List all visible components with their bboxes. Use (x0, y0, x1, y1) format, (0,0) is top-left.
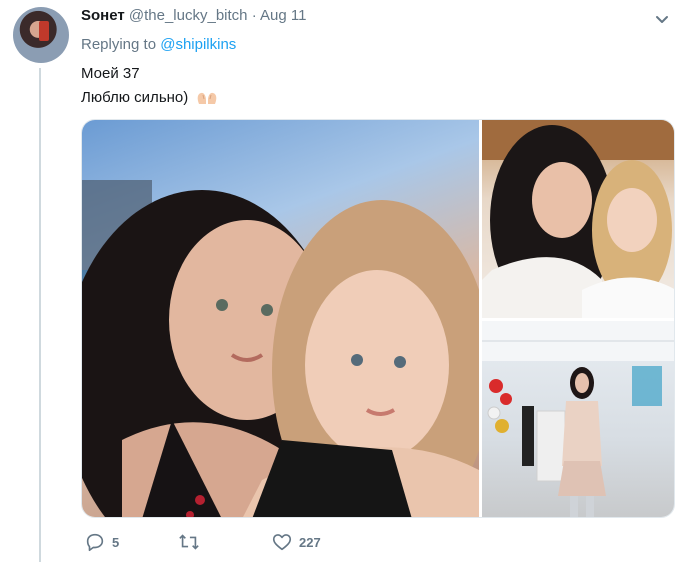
reply-count: 5 (112, 534, 120, 550)
replying-prefix: Replying to (81, 36, 157, 53)
photo-large[interactable] (82, 120, 479, 517)
photo-top-right-illustration (482, 120, 674, 318)
photo-bottom-right-illustration (482, 321, 674, 517)
replying-to: Replying to @shipilkins (81, 36, 236, 53)
avatar-phone-icon (39, 21, 49, 41)
like-count: 227 (299, 534, 321, 550)
reply-button[interactable]: 5 (84, 531, 119, 553)
author-name[interactable]: Sонет (81, 7, 125, 24)
tweet-line-1: Моей 37 (81, 65, 140, 82)
reply-icon (86, 533, 104, 552)
retweet-icon (179, 534, 199, 550)
photo-bottom-right[interactable] (482, 321, 674, 517)
tweet-header: Sонет @the_lucky_bitch · Aug 11 (81, 6, 306, 26)
author-handle[interactable]: @the_lucky_bitch (129, 7, 248, 24)
like-button[interactable]: 227 (271, 531, 321, 553)
tweet-line-2: Люблю сильно) (81, 86, 218, 110)
tweet-text: Моей 37 Люблю сильно) (81, 62, 218, 110)
mention-link[interactable]: @shipilkins (160, 36, 236, 53)
avatar[interactable] (13, 7, 69, 63)
tweet-line-2-text: Люблю сильно) (81, 89, 189, 106)
media-grid (81, 119, 675, 518)
heart-hands-icon (198, 92, 217, 105)
photo-large-illustration (82, 180, 479, 517)
header-separator: · (251, 7, 257, 24)
heart-icon (272, 534, 292, 551)
retweet-button[interactable] (177, 531, 207, 553)
tweet-date[interactable]: Aug 11 (260, 7, 306, 24)
chevron-down-icon[interactable] (652, 10, 672, 30)
photo-top-right[interactable] (482, 120, 674, 318)
thread-line (39, 68, 41, 562)
